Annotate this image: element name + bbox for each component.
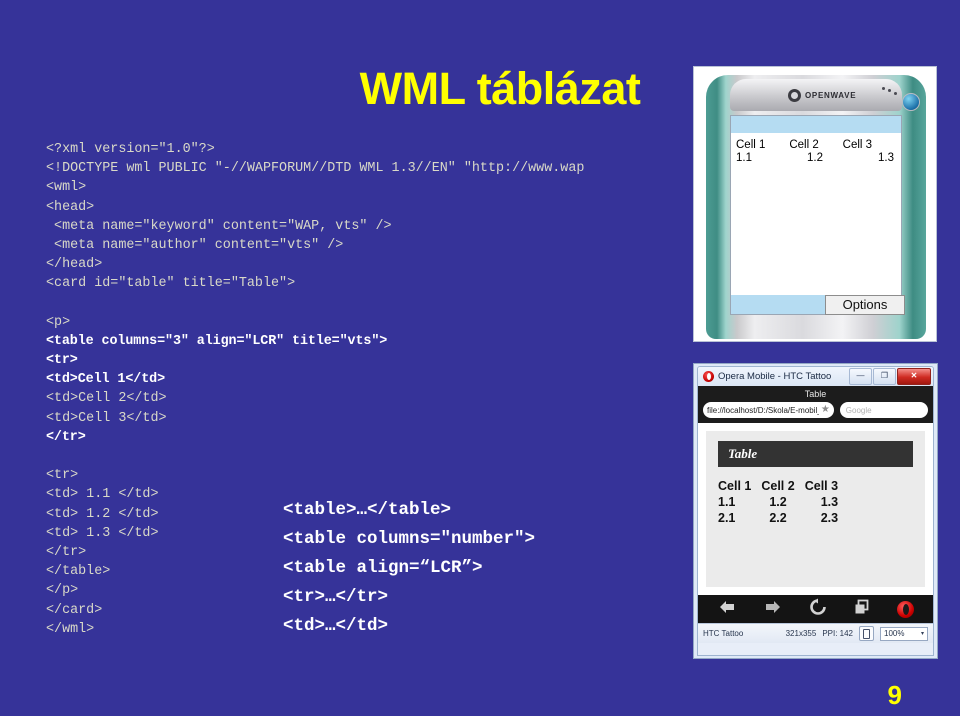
opera-address-row: file://localhost/D:/Skola/E-mobil_ ★ Goo… <box>703 402 928 418</box>
code-line: <tr> <box>46 468 79 484</box>
code-line: <wml> <box>46 180 87 196</box>
table-row: Cell 1 Cell 2 Cell 3 <box>718 479 848 495</box>
opera-page-title: Table <box>804 389 827 399</box>
chevron-down-icon: ▾ <box>920 631 924 637</box>
table-cell: 2.2 <box>769 511 787 525</box>
code-line: <tr> <box>46 353 78 369</box>
search-placeholder: Google <box>845 405 872 415</box>
phone-screen: Cell 1 Cell 2 Cell 3 1.1 1.2 1.3 Options <box>730 115 905 315</box>
openwave-logo-icon <box>788 89 801 102</box>
code-line: <td>Cell 2</td> <box>46 391 167 407</box>
code-line: <td>Cell 1</td> <box>46 372 166 388</box>
wml-card: Table Cell 1 Cell 2 Cell 3 1.1 1.2 1.3 2… <box>706 431 925 587</box>
page-title: WML táblázat <box>359 63 641 114</box>
openwave-rendered-table: Cell 1 Cell 2 Cell 3 1.1 1.2 1.3 <box>731 134 901 165</box>
phone-jog-dial-icon <box>902 93 920 111</box>
code-line: <meta name="keyword" content="WAP, vts" … <box>46 218 392 234</box>
table-cell: 1.3 <box>878 152 894 164</box>
table-cell: 1.2 <box>806 152 823 164</box>
phone-top-bezel: OPENWAVE <box>730 79 920 111</box>
forward-icon[interactable] <box>763 599 783 620</box>
opera-viewport: Table Cell 1 Cell 2 Cell 3 1.1 1.2 1.3 2… <box>698 423 933 595</box>
tabs-icon[interactable] <box>853 598 871 621</box>
status-device-name: HTC Tattoo <box>703 629 744 638</box>
opera-bottom-toolbar <box>698 595 933 623</box>
opera-mobile-emulator-screenshot: Opera Mobile - HTC Tattoo — ❐ ✕ Table fi… <box>693 363 938 659</box>
table-row: Cell 1 Cell 2 Cell 3 <box>736 139 896 152</box>
table-header-cell: Cell 2 <box>789 139 819 151</box>
code-line: <?xml version="1.0"?> <box>46 142 215 157</box>
table-header-cell: Cell 2 <box>761 479 795 493</box>
code-line: </head> <box>46 257 103 273</box>
syntax-summary-line: <table>…</table> <box>283 500 452 520</box>
wml-syntax-summary: <table>…</table> <table columns="number">… <box>283 496 535 641</box>
opera-window-title: Opera Mobile - HTC Tattoo <box>718 371 832 382</box>
zoom-level-value: 100% <box>884 629 905 638</box>
opera-rendered-table: Cell 1 Cell 2 Cell 3 1.1 1.2 1.3 2.1 2.2… <box>718 479 913 527</box>
syntax-summary-line: <tr>…</tr> <box>283 587 389 607</box>
table-header-cell: Cell 1 <box>736 139 766 151</box>
opera-menu-icon[interactable] <box>897 600 914 618</box>
maximize-button[interactable]: ❐ <box>873 368 896 385</box>
code-line: <head> <box>46 199 95 215</box>
table-cell: 1.1 <box>736 152 752 164</box>
search-input[interactable]: Google <box>839 402 928 418</box>
bookmark-star-icon[interactable]: ★ <box>821 405 830 415</box>
opera-status-bar: HTC Tattoo 321x355 PPI: 142 100% ▾ <box>698 623 933 643</box>
table-header-cell: Cell 1 <box>718 479 752 493</box>
url-input[interactable]: file://localhost/D:/Skola/E-mobil_ ★ <box>703 402 834 418</box>
opera-app-icon <box>703 371 714 382</box>
table-row: 1.1 1.2 1.3 <box>718 495 848 511</box>
table-cell: 1.3 <box>820 495 839 509</box>
url-text: file://localhost/D:/Skola/E-mobil_ <box>707 405 819 415</box>
table-header-cell: Cell 3 <box>842 139 873 151</box>
wml-card-title: Table <box>718 441 913 467</box>
syntax-summary-line: <table align=“LCR”> <box>283 558 483 578</box>
code-line: <meta name="author" content="vts" /> <box>46 237 344 253</box>
options-softkey-button[interactable]: Options <box>825 295 905 315</box>
table-row: 1.1 1.2 1.3 <box>736 152 896 165</box>
table-header-cell: Cell 3 <box>804 479 839 493</box>
table-cell: 1.1 <box>718 495 736 509</box>
slide-page-number: 9 <box>887 680 902 710</box>
zoom-level-select[interactable]: 100% ▾ <box>880 626 928 641</box>
slide-canvas: WML táblázat <?xml version="1.0"?> <!DOCT… <box>0 0 960 716</box>
phone-screen-titlebar <box>731 116 901 134</box>
phone-body: OPENWAVE Cell 1 Cell 2 Cell 3 1.1 1.2 1.… <box>706 75 926 339</box>
phone-softkey-bar: Options <box>731 294 905 315</box>
back-icon[interactable] <box>717 599 737 620</box>
opera-window: Opera Mobile - HTC Tattoo — ❐ ✕ Table fi… <box>697 366 934 656</box>
phone-speaker-dots-icon <box>882 87 904 97</box>
reload-icon[interactable] <box>809 598 827 621</box>
table-cell: 1.2 <box>769 495 787 509</box>
openwave-logo: OPENWAVE <box>788 89 856 102</box>
table-cell: 2.1 <box>718 511 736 525</box>
table-row: 2.1 2.2 2.3 <box>718 511 848 527</box>
table-cell: 2.3 <box>820 511 839 525</box>
openwave-brand-label: OPENWAVE <box>805 91 857 100</box>
window-controls: — ❐ ✕ <box>849 368 931 385</box>
code-line: <table columns="3" align="LCR" title="vt… <box>46 333 388 349</box>
minimize-button[interactable]: — <box>849 368 872 385</box>
openwave-simulator-screenshot: OPENWAVE Cell 1 Cell 2 Cell 3 1.1 1.2 1.… <box>693 66 937 342</box>
syntax-summary-line: <td>…</td> <box>283 616 389 636</box>
syntax-summary-line: <table columns="number"> <box>283 529 536 549</box>
code-line: </tr> <box>46 429 86 445</box>
code-line: <card id="table" title="Table"> <box>46 276 296 292</box>
status-ppi: PPI: 142 <box>822 629 853 638</box>
code-line: <td>Cell 3</td> <box>46 410 167 426</box>
opera-window-titlebar: Opera Mobile - HTC Tattoo — ❐ ✕ <box>698 367 933 386</box>
opera-browser-chrome: Table file://localhost/D:/Skola/E-mobil_… <box>698 386 933 423</box>
rotate-device-icon[interactable] <box>859 626 874 641</box>
status-resolution: 321x355 <box>785 629 817 638</box>
close-button[interactable]: ✕ <box>897 368 931 385</box>
code-line: <!DOCTYPE wml PUBLIC "-//WAPFORUM//DTD W… <box>46 161 585 177</box>
code-line: <p> <box>46 314 71 330</box>
